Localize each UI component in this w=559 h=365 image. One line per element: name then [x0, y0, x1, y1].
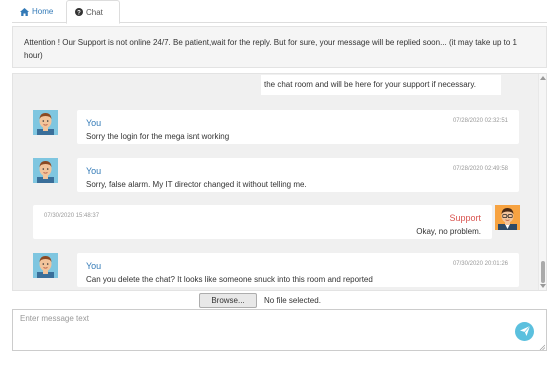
- tab-chat[interactable]: ? Chat: [66, 0, 120, 24]
- message-time: 07/30/2020 20:01:26: [452, 261, 508, 267]
- browse-button[interactable]: Browse...: [199, 292, 257, 308]
- message-text: Okay, no problem.: [416, 227, 481, 236]
- message-text: Sorry the login for the mega isnt workin…: [86, 132, 230, 141]
- chat-messages: the chat room and will be here for your …: [12, 73, 547, 291]
- user-avatar-icon: [33, 158, 58, 183]
- message-author: Support: [449, 213, 481, 223]
- message-placeholder: Enter message text: [20, 314, 89, 323]
- scroll-down-arrow[interactable]: [540, 284, 546, 288]
- svg-text:?: ?: [77, 10, 81, 16]
- message-text: Sorry, false alarm. My IT director chang…: [86, 180, 307, 189]
- partial-message: the chat room and will be here for your …: [261, 75, 501, 95]
- chat-message: You 07/28/2020 02:49:58 Sorry, false ala…: [77, 158, 519, 192]
- resize-handle-icon[interactable]: [539, 343, 546, 351]
- message-time: 07/28/2020 02:49:58: [452, 166, 508, 172]
- home-icon: [20, 7, 29, 16]
- partial-message-text: the chat room and will be here for your …: [264, 80, 476, 89]
- scroll-up-arrow[interactable]: [540, 76, 546, 80]
- chat-message: You 07/30/2020 20:01:26 Can you delete t…: [77, 253, 519, 287]
- nav-tabs: Home ? Chat: [12, 0, 547, 24]
- send-button[interactable]: [515, 322, 534, 341]
- message-text: Can you delete the chat? It looks like s…: [86, 275, 373, 284]
- paper-plane-icon: [519, 325, 530, 338]
- tab-chat-label: Chat: [86, 7, 103, 17]
- message-author: You: [86, 118, 102, 128]
- message-author: You: [86, 261, 102, 271]
- support-notice: Attention ! Our Support is not online 24…: [12, 26, 547, 68]
- message-input[interactable]: Enter message text: [12, 309, 547, 351]
- notice-text: Attention ! Our Support is not online 24…: [24, 38, 517, 60]
- scroll-thumb[interactable]: [541, 261, 545, 283]
- tab-home-label: Home: [32, 7, 54, 16]
- support-avatar-icon: [495, 205, 520, 230]
- user-avatar-icon: [33, 253, 58, 278]
- chat-message: You 07/28/2020 02:32:51 Sorry the login …: [77, 110, 519, 144]
- file-picker: Browse... No file selected.: [199, 292, 321, 308]
- chat-message-support: 07/30/2020 15:48:37 Support Okay, no pro…: [33, 205, 492, 239]
- message-time: 07/28/2020 02:32:51: [452, 118, 508, 124]
- message-author: You: [86, 166, 102, 176]
- user-avatar-icon: [33, 110, 58, 135]
- chat-scrollbar[interactable]: [538, 74, 546, 290]
- tab-home[interactable]: Home: [12, 0, 64, 23]
- message-time: 07/30/2020 15:48:37: [44, 213, 100, 219]
- file-status: No file selected.: [264, 295, 321, 305]
- question-circle-icon: ?: [75, 8, 83, 16]
